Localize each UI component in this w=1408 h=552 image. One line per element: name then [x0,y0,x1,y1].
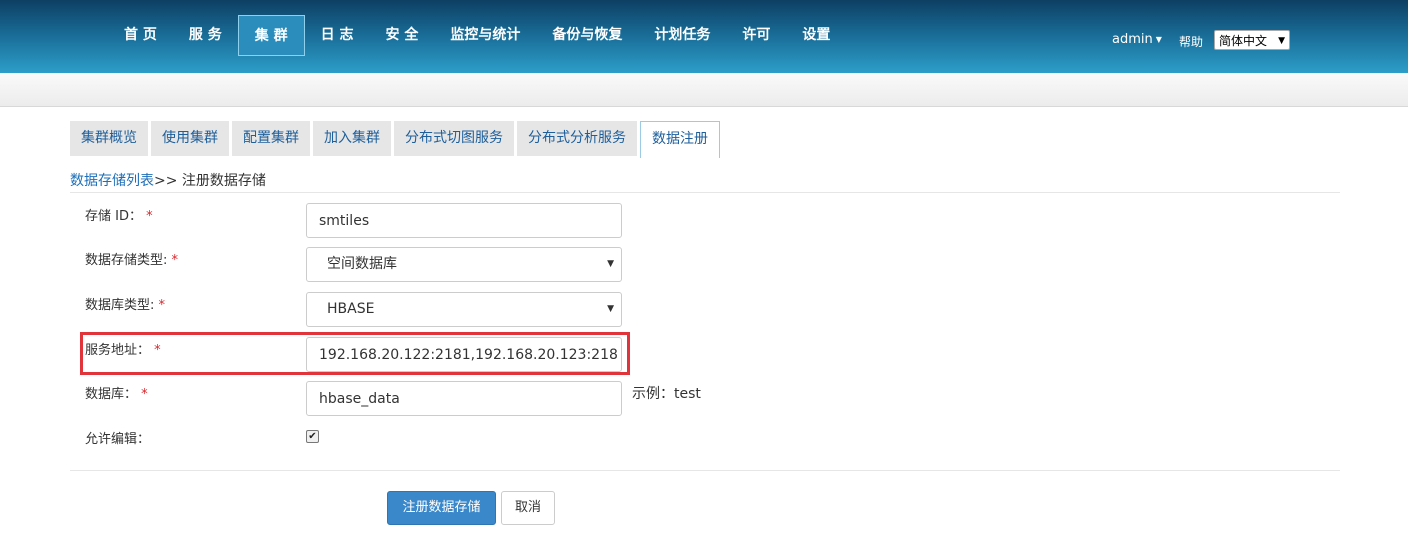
nav-item-backup[interactable]: 备份与恢复 [536,15,638,56]
caret-down-icon: ▼ [1155,35,1162,44]
required-marker: * [158,298,166,313]
nav-item-license[interactable]: 许可 [726,15,786,56]
tab-join-cluster[interactable]: 加入集群 [313,121,391,156]
breadcrumb: 数据存储列表>> 注册数据存储 [70,170,266,190]
required-marker: * [146,209,153,224]
store-type-label: 数据存储类型: * [85,249,178,268]
store-type-label-text: 数据存储类型: [85,253,172,268]
breadcrumb-current: 注册数据存储 [181,173,266,189]
nav-item-home[interactable]: 首 页 [108,15,173,56]
checkmark-icon: ✔ [308,431,317,442]
service-address-highlight-box [80,332,630,375]
store-id-label-text: 存储 ID： [85,209,142,224]
required-marker: * [171,253,179,268]
store-type-select[interactable]: 空间数据库 ▼ [306,247,622,282]
language-select[interactable]: 简体中文 ▼ [1214,30,1290,50]
tab-distributed-analysis[interactable]: 分布式分析服务 [517,121,637,156]
allow-edit-label: 允许编辑： [85,432,151,447]
required-marker: * [141,387,148,402]
allow-edit-checkbox[interactable]: ✔ [306,430,319,443]
db-type-select[interactable]: HBASE ▼ [306,292,622,327]
top-navbar: 首 页 服 务 集 群 日 志 安 全 监控与统计 备份与恢复 计划任务 许可 … [0,0,1408,73]
db-type-label: 数据库类型: * [85,294,165,313]
sub-toolbar [0,73,1408,107]
tab-distributed-tiling[interactable]: 分布式切图服务 [394,121,514,156]
help-link[interactable]: 帮助 [1179,33,1203,50]
cancel-button[interactable]: 取消 [501,491,555,525]
tab-configure-cluster[interactable]: 配置集群 [232,121,310,156]
nav-item-security[interactable]: 安 全 [370,15,435,56]
nav-item-services[interactable]: 服 务 [173,15,238,56]
tab-data-registration[interactable]: 数据注册 [640,121,720,158]
nav-item-settings[interactable]: 设置 [786,15,846,56]
divider-bottom [70,470,1340,471]
main-nav: 首 页 服 务 集 群 日 志 安 全 监控与统计 备份与恢复 计划任务 许可 … [108,15,846,56]
db-type-label-text: 数据库类型: [85,298,159,313]
cluster-tabs: 集群概览 使用集群 配置集群 加入集群 分布式切图服务 分布式分析服务 数据注册 [70,121,723,158]
user-menu[interactable]: admin ▼ [1112,32,1162,47]
tab-use-cluster[interactable]: 使用集群 [151,121,229,156]
database-label: 数据库： * [85,383,148,402]
store-type-value: 空间数据库 [327,256,397,272]
breadcrumb-datastore-list-link[interactable]: 数据存储列表 [70,173,154,189]
dropdown-arrow-icon: ▼ [607,259,614,269]
store-id-label: 存储 ID： * [85,205,153,224]
database-input[interactable] [306,381,622,416]
divider-top [70,192,1340,193]
store-id-input[interactable] [306,203,622,238]
nav-item-monitoring[interactable]: 监控与统计 [434,15,536,56]
user-name: admin [1112,32,1153,47]
database-example-hint: 示例：test [632,386,701,402]
dropdown-arrow-icon: ▼ [1278,36,1285,46]
nav-item-scheduled-tasks[interactable]: 计划任务 [638,15,726,56]
nav-item-logs[interactable]: 日 志 [305,15,370,56]
nav-item-cluster[interactable]: 集 群 [237,15,305,56]
tab-cluster-overview[interactable]: 集群概览 [70,121,148,156]
database-label-text: 数据库： [85,387,138,402]
breadcrumb-separator: >> [154,173,178,189]
register-datastore-button[interactable]: 注册数据存储 [387,491,496,525]
db-type-value: HBASE [327,301,375,317]
language-value: 简体中文 [1219,34,1268,48]
dropdown-arrow-icon: ▼ [607,304,614,314]
